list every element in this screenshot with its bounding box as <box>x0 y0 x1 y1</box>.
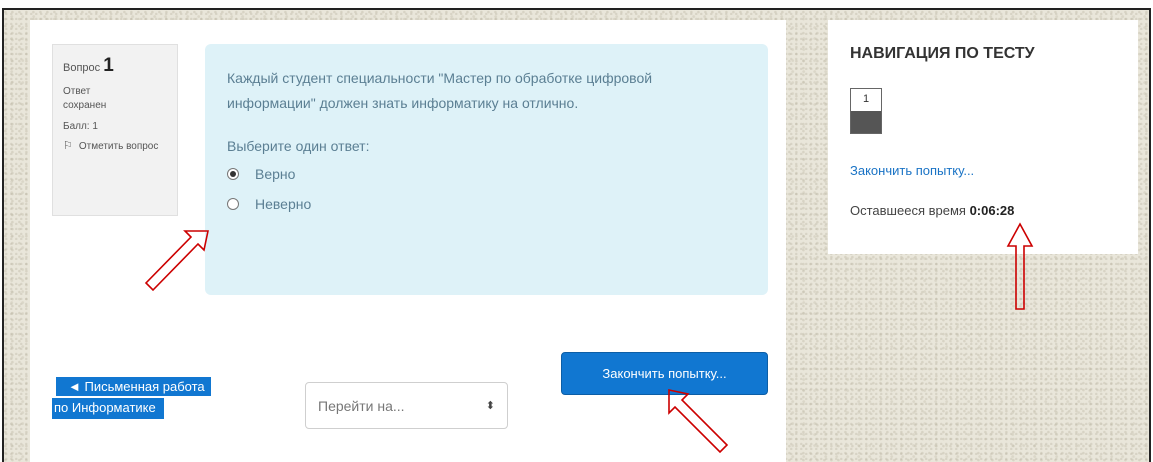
arrow-to-radio-icon <box>144 230 209 292</box>
arrow-to-finish-button-icon <box>668 389 729 454</box>
arrow-to-timer-icon <box>1006 222 1034 310</box>
annotation-arrows <box>144 222 1034 454</box>
